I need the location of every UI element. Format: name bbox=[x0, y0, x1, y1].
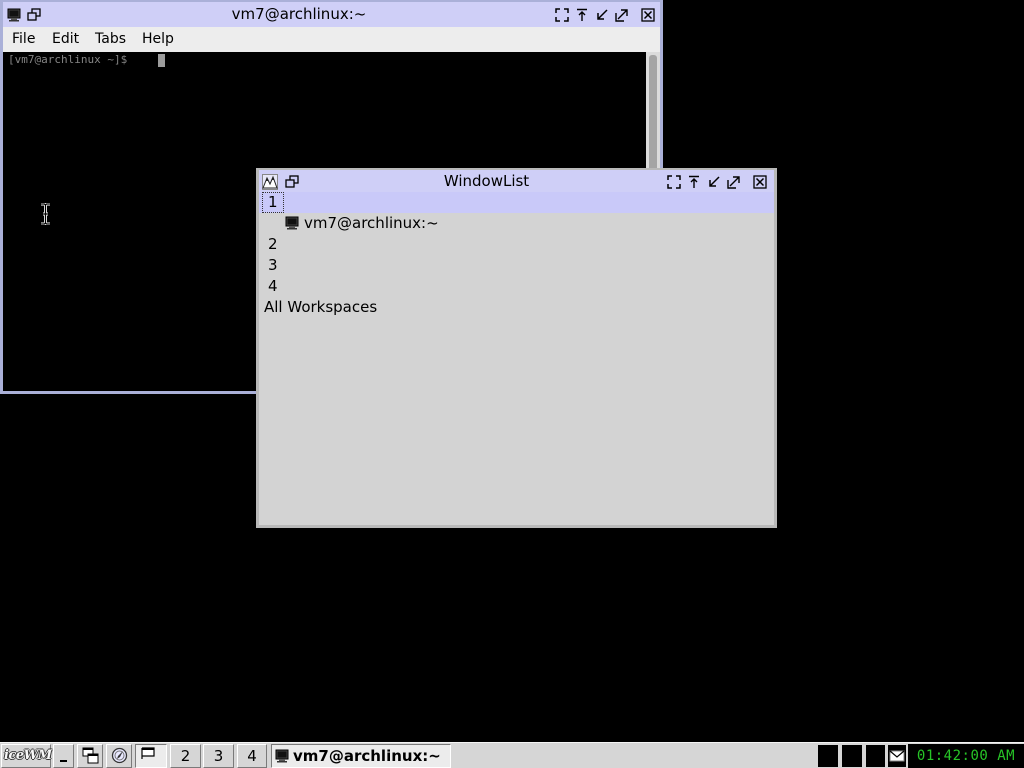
close-icon[interactable] bbox=[753, 175, 767, 189]
menu-tabs[interactable]: Tabs bbox=[95, 27, 126, 52]
rollup-icon[interactable] bbox=[575, 8, 589, 22]
all-workspaces-label: All Workspaces bbox=[264, 298, 378, 316]
menu-help[interactable]: Help bbox=[142, 27, 174, 52]
mem-monitor[interactable] bbox=[866, 745, 885, 767]
workspace-row-2[interactable]: 2 bbox=[259, 234, 774, 255]
window-list-tree: 1 vm7@archlinux:~ 2 3 4 All Workspaces bbox=[259, 192, 774, 525]
workspace-label: 4 bbox=[247, 747, 257, 765]
task-button-terminal[interactable]: vm7@archlinux:~ bbox=[271, 744, 451, 768]
window-title: vm7@archlinux:~ bbox=[231, 5, 367, 23]
browser-icon bbox=[111, 747, 128, 764]
workspace-label: 3 bbox=[213, 747, 224, 765]
window-list-button[interactable] bbox=[77, 744, 103, 768]
workspace-label: 4 bbox=[268, 277, 278, 295]
workspace-button-1[interactable] bbox=[135, 744, 167, 768]
terminal-icon bbox=[285, 216, 299, 230]
close-icon[interactable] bbox=[641, 8, 655, 22]
browser-button[interactable] bbox=[106, 744, 132, 768]
window-row-terminal[interactable]: vm7@archlinux:~ bbox=[259, 213, 774, 234]
show-desktop-button[interactable] bbox=[53, 744, 74, 768]
text-cursor bbox=[158, 54, 165, 67]
menu-file[interactable]: File bbox=[12, 27, 35, 52]
workspace-label: 2 bbox=[180, 747, 191, 765]
start-menu-button[interactable]: iceWM bbox=[1, 744, 52, 768]
mail-icon[interactable] bbox=[888, 745, 906, 767]
icewm-logo: iceWM bbox=[4, 748, 52, 763]
net-monitor[interactable] bbox=[842, 745, 862, 767]
rollup-icon[interactable] bbox=[687, 175, 701, 189]
minimize-icon[interactable] bbox=[595, 8, 609, 22]
taskbar: iceWM 2 3 4 vm7@archlinux:~ 01:42:00 AM bbox=[0, 742, 1024, 768]
mouse-ibeam-cursor bbox=[40, 203, 51, 225]
workspace-label: 2 bbox=[268, 235, 278, 253]
menu-bar: File Edit Tabs Help bbox=[3, 27, 660, 52]
cpu-monitor[interactable] bbox=[818, 745, 838, 767]
maximize-icon[interactable] bbox=[727, 175, 741, 189]
window-list-icon bbox=[82, 747, 99, 764]
terminal-title-bar[interactable]: vm7@archlinux:~ bbox=[3, 2, 660, 27]
window-label: vm7@archlinux:~ bbox=[304, 214, 439, 232]
all-workspaces-row[interactable]: All Workspaces bbox=[259, 297, 774, 318]
window-title: WindowList bbox=[443, 172, 530, 190]
workspace-label: 1 bbox=[268, 193, 278, 211]
workspace-row-1[interactable]: 1 bbox=[259, 192, 774, 213]
terminal-icon bbox=[275, 749, 289, 763]
maximize-icon[interactable] bbox=[615, 8, 629, 22]
workspace-label: 3 bbox=[268, 256, 278, 274]
minimize-icon[interactable] bbox=[707, 175, 721, 189]
workspace-button-4[interactable]: 4 bbox=[237, 744, 267, 768]
clock[interactable]: 01:42:00 AM bbox=[908, 744, 1024, 768]
task-label: vm7@archlinux:~ bbox=[293, 747, 441, 765]
workspace-row-3[interactable]: 3 bbox=[259, 255, 774, 276]
fullscreen-icon[interactable] bbox=[555, 8, 569, 22]
shell-prompt: [vm7@archlinux ~]$ bbox=[8, 53, 134, 66]
workspace-preview-icon bbox=[140, 747, 162, 765]
show-desktop-icon bbox=[57, 749, 71, 763]
fullscreen-icon[interactable] bbox=[667, 175, 681, 189]
window-list-window[interactable]: WindowList 1 vm7@archlinux:~ 2 3 4 All W… bbox=[256, 168, 777, 528]
workspace-button-3[interactable]: 3 bbox=[203, 744, 234, 768]
window-list-title-bar[interactable]: WindowList bbox=[259, 170, 774, 193]
menu-edit[interactable]: Edit bbox=[52, 27, 79, 52]
workspace-button-2[interactable]: 2 bbox=[170, 744, 201, 768]
workspace-row-4[interactable]: 4 bbox=[259, 276, 774, 297]
